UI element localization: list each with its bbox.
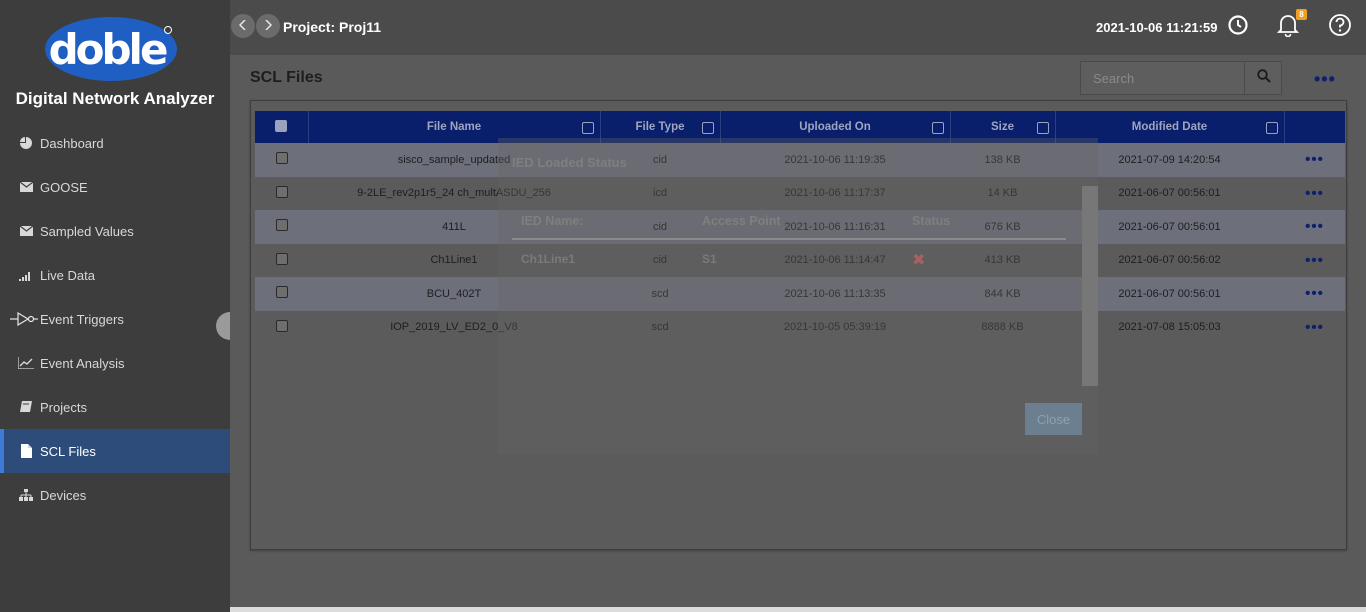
column-filter-checkbox[interactable]	[701, 122, 714, 134]
sidebar-item-event-analysis[interactable]: Event Analysis	[0, 341, 230, 385]
dialog-ied-name-value: Ch1Line1	[521, 252, 576, 266]
row-checkbox[interactable]	[275, 319, 288, 332]
search-input[interactable]	[1081, 62, 1245, 94]
sidebar-item-label: Live Data	[40, 267, 95, 283]
svg-text:doble: doble	[49, 25, 167, 74]
chevron-right-icon	[264, 17, 273, 35]
row-actions-cell: •••	[1284, 244, 1345, 278]
page-menu-button[interactable]: •••	[1314, 69, 1336, 90]
row-actions-cell: •••	[1284, 277, 1345, 311]
book-icon	[18, 400, 34, 414]
row-select-cell	[255, 210, 308, 244]
sidebar-item-label: GOOSE	[40, 179, 88, 195]
sidebar-item-label: Sampled Values	[40, 223, 134, 239]
column-filter-checkbox[interactable]	[1265, 122, 1278, 134]
column-filter-checkbox[interactable]	[1036, 122, 1049, 134]
dialog-header-divider	[512, 238, 1066, 240]
sidebar-item-scl-files[interactable]: SCL Files	[0, 429, 230, 473]
row-checkbox[interactable]	[275, 286, 288, 299]
row-actions-cell: •••	[1284, 143, 1345, 177]
doble-logo: doble	[45, 17, 177, 81]
dialog-column-ied-name: IED Name:	[521, 214, 584, 228]
line-chart-icon	[18, 356, 34, 370]
row-menu-button[interactable]: •••	[1305, 252, 1324, 269]
column-filter-checkbox[interactable]	[931, 122, 944, 134]
row-menu-button[interactable]: •••	[1305, 185, 1324, 202]
row-checkbox[interactable]	[275, 152, 288, 165]
row-checkbox[interactable]	[275, 219, 288, 232]
forward-button[interactable]	[256, 14, 280, 38]
dialog-scrollbar[interactable]	[1082, 186, 1098, 386]
help-button[interactable]	[1327, 13, 1353, 42]
row-checkbox[interactable]	[275, 252, 288, 265]
ied-loaded-status-dialog: IED Loaded Status IED Name: Access Point…	[498, 138, 1098, 454]
search-button[interactable]	[1244, 62, 1282, 94]
row-actions-cell: •••	[1284, 210, 1345, 244]
sidebar-item-label: Event Triggers	[40, 311, 124, 327]
column-filter-checkbox[interactable]	[581, 122, 594, 134]
project-label: Project: Proj11	[283, 19, 382, 35]
row-select-cell	[255, 143, 308, 177]
row-menu-button[interactable]: •••	[1305, 151, 1324, 168]
sidebar-item-label: Projects	[40, 399, 87, 415]
sidebar-item-dashboard[interactable]: Dashboard	[0, 121, 230, 165]
select-all-header	[255, 111, 309, 143]
row-select-cell	[255, 244, 308, 278]
dialog-access-point-value: S1	[702, 252, 717, 266]
row-menu-button[interactable]: •••	[1305, 285, 1324, 302]
column-header-label: Modified Date	[1131, 121, 1208, 133]
sidebar: doble Digital Network Analyzer Dashboard…	[0, 0, 230, 612]
column-header-label: File Name	[426, 121, 482, 133]
trigger-icon	[10, 312, 38, 326]
row-actions-cell: •••	[1284, 311, 1345, 345]
signal-bars-icon	[18, 268, 34, 282]
bottom-strip	[230, 607, 1366, 612]
envelope-icon	[18, 224, 34, 238]
sidebar-item-label: SCL Files	[40, 443, 96, 459]
sidebar-item-sampled-values[interactable]: Sampled Values	[0, 209, 230, 253]
sidebar-item-projects[interactable]: Projects	[0, 385, 230, 429]
sidebar-item-label: Dashboard	[40, 135, 104, 151]
top-bar: Project: Proj11 2021-10-06 11:21:59 8	[230, 0, 1366, 55]
sidebar-item-devices[interactable]: Devices	[0, 473, 230, 517]
sidebar-item-event-triggers[interactable]: Event Triggers	[0, 297, 230, 341]
app-title: Digital Network Analyzer	[15, 89, 215, 108]
sitemap-icon	[18, 488, 34, 502]
column-header-label: Uploaded On	[799, 121, 871, 133]
row-select-cell	[255, 311, 308, 345]
row-menu-button[interactable]: •••	[1305, 218, 1324, 235]
notification-count-badge: 8	[1296, 9, 1307, 20]
row-menu-button[interactable]: •••	[1305, 319, 1324, 336]
search-box	[1080, 61, 1282, 95]
search-icon	[1256, 68, 1271, 88]
dialog-column-status: Status	[912, 214, 951, 228]
sidebar-item-label: Devices	[40, 487, 87, 503]
sidebar-item-goose[interactable]: GOOSE	[0, 165, 230, 209]
dialog-column-access-point: Access Point	[702, 214, 781, 228]
pie-chart-icon	[18, 136, 34, 150]
select-all-checkbox[interactable]	[275, 119, 288, 132]
sidebar-nav: Dashboard GOOSE Sampled Values Live Data…	[0, 121, 230, 517]
row-actions-cell: •••	[1284, 177, 1345, 211]
status-failed-icon: ✖	[912, 252, 926, 269]
dialog-title: IED Loaded Status	[512, 155, 627, 170]
back-button[interactable]	[231, 14, 255, 38]
envelope-icon	[18, 180, 34, 194]
current-datetime: 2021-10-06 11:21:59	[1096, 20, 1218, 35]
row-select-cell	[255, 277, 308, 311]
column-header-label: File Type	[635, 121, 685, 133]
close-button[interactable]: Close	[1025, 403, 1082, 435]
column-header-actions	[1284, 111, 1345, 143]
help-icon	[1328, 13, 1352, 42]
chevron-left-icon	[238, 17, 247, 35]
file-icon	[18, 444, 34, 458]
row-select-cell	[255, 177, 308, 211]
history-button[interactable]	[1225, 14, 1251, 40]
column-header-label: Size	[990, 121, 1014, 133]
sidebar-item-label: Event Analysis	[40, 355, 125, 371]
clock-icon	[1227, 14, 1249, 41]
row-checkbox[interactable]	[275, 185, 288, 198]
page-title: SCL Files	[250, 69, 323, 86]
sidebar-item-live-data[interactable]: Live Data	[0, 253, 230, 297]
